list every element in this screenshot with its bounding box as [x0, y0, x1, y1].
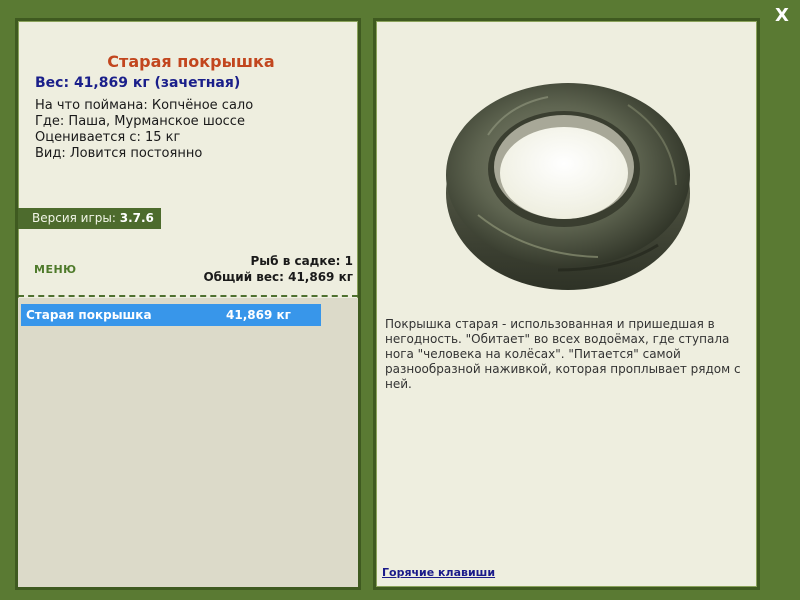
fish-title: Старая покрышка [107, 52, 275, 71]
divider [18, 295, 358, 297]
list-item-weight: 41,869 кг [226, 308, 291, 322]
fish-detail-panel: Покрышка старая - использованная и прише… [373, 18, 760, 590]
fish-count: Рыб в садке: 1 [250, 254, 354, 268]
bait-info: На что поймана: Копчёное сало [35, 98, 254, 113]
close-button[interactable]: X [772, 6, 792, 26]
version-value: 3.7.6 [119, 211, 154, 225]
menu-button[interactable]: МЕНЮ [34, 263, 77, 276]
list-item-name: Старая покрышка [26, 308, 152, 322]
version-label: Версия игры: [32, 211, 116, 225]
fish-weight: Вес: 41,869 кг (зачетная) [35, 75, 241, 91]
tire-image [438, 65, 698, 295]
fish-info-panel: Старая покрышка Вес: 41,869 кг (зачетная… [15, 18, 361, 590]
version-bar: Версия игры: 3.7.6 [18, 208, 161, 229]
total-weight: Общий вес: 41,869 кг [203, 270, 353, 284]
fish-description: Покрышка старая - использованная и прише… [385, 317, 741, 391]
hotkeys-link[interactable]: Горячие клавиши [382, 566, 495, 579]
catch-list[interactable] [18, 298, 358, 587]
valuation-info: Оценивается с: 15 кг [35, 130, 181, 145]
list-item[interactable]: Старая покрышка 41,869 кг [21, 304, 321, 326]
kind-info: Вид: Ловится постоянно [35, 146, 203, 161]
catch-stats: Рыб в садке: 1 Общий вес: 41,869 кг [203, 253, 353, 285]
location-info: Где: Паша, Мурманское шоссе [35, 114, 245, 129]
